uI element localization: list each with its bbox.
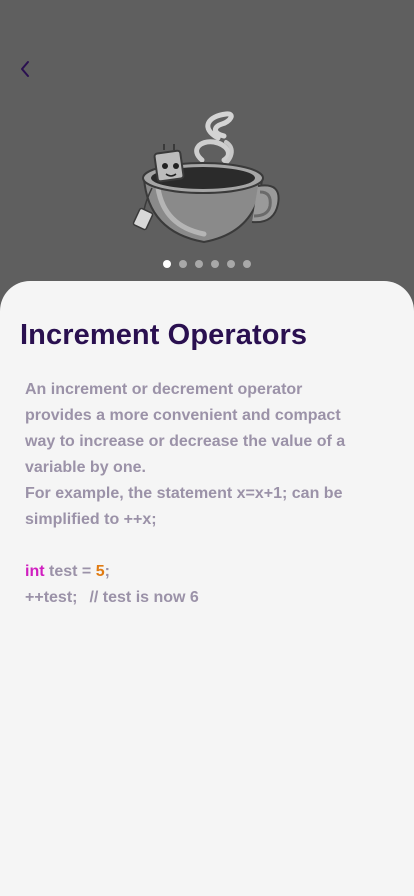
teacup-illustration xyxy=(132,111,280,244)
carousel-dot[interactable] xyxy=(195,260,203,268)
code-comment: // test is now 6 xyxy=(89,589,199,606)
carousel-dot[interactable] xyxy=(179,260,187,268)
carousel-dot[interactable] xyxy=(163,260,171,268)
code-line: int test = 5; xyxy=(25,559,370,585)
chevron-left-icon xyxy=(21,61,29,77)
code-text: ++test; xyxy=(25,589,78,606)
code-number: 5 xyxy=(95,563,105,580)
code-text: ; xyxy=(104,563,110,580)
carousel-dot[interactable] xyxy=(227,260,235,268)
carousel-dot[interactable] xyxy=(211,260,219,268)
back-button[interactable] xyxy=(12,56,38,82)
code-text: test = xyxy=(44,563,96,580)
code-keyword: int xyxy=(25,563,45,580)
lesson-body: An increment or decrement operator provi… xyxy=(25,377,370,611)
carousel-indicator xyxy=(0,260,414,268)
lesson-card: Increment Operators An increment or decr… xyxy=(0,281,414,896)
carousel-dot[interactable] xyxy=(243,260,251,268)
lesson-paragraph: For example, the statement x=x+1; can be… xyxy=(25,485,343,528)
page-title: Increment Operators xyxy=(20,319,308,351)
lesson-paragraph: An increment or decrement operator provi… xyxy=(25,381,346,476)
code-line: ++test; // test is now 6 xyxy=(25,585,370,611)
header-area xyxy=(0,0,414,300)
